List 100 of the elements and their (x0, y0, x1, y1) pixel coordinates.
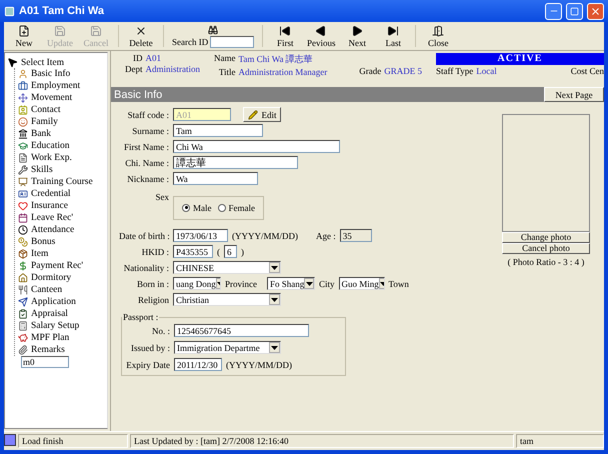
briefcase-icon (18, 81, 28, 91)
face-icon (18, 117, 28, 127)
input-field[interactable]: 125465677645 (174, 324, 309, 337)
input-field[interactable]: P435355 (173, 245, 213, 258)
input-field[interactable]: Wa (173, 172, 258, 185)
move-icon (18, 93, 28, 103)
tree-item[interactable]: Bonus (31, 237, 56, 247)
play-left-icon (315, 24, 328, 36)
input-field[interactable]: 譚志華 (173, 156, 298, 169)
house-icon (18, 273, 28, 283)
piggy-bank-icon (18, 333, 28, 343)
field-label: Issued by : (130, 342, 170, 352)
field-label: Date of birth : (119, 230, 169, 240)
tree-item[interactable]: Skills (31, 165, 53, 175)
dropdown[interactable]: CHINESE (173, 261, 281, 274)
input-field[interactable]: m0 (21, 356, 69, 368)
search-icon (208, 24, 218, 34)
minimize-button[interactable] (545, 2, 562, 20)
tree-root[interactable]: Select Item (21, 58, 64, 68)
toolbar-button[interactable]: Delete (123, 22, 159, 50)
check-digit-field[interactable]: 6 (224, 245, 237, 258)
tree-item[interactable]: Appraisal (31, 309, 68, 319)
tree-item[interactable]: Contact (31, 105, 61, 115)
tree-item[interactable]: Employment (31, 81, 80, 91)
dropdown[interactable]: Guo Ming (338, 277, 385, 290)
tree-item[interactable]: Canteen (31, 285, 62, 295)
tree-item[interactable]: Payment Rec' (31, 261, 84, 271)
input-field[interactable]: Tam (173, 124, 263, 137)
field-label: Surname : (131, 126, 169, 136)
status-user: tam (516, 434, 604, 448)
utensils-icon (18, 285, 28, 295)
tree-item[interactable]: Movement (31, 93, 72, 103)
dept-value: Administration (146, 64, 200, 74)
paperclip-icon (18, 345, 28, 355)
cost-center-label: Cost Cen (570, 66, 604, 76)
caret-icon (306, 282, 313, 286)
date-field[interactable]: 1973/06/13 (173, 229, 228, 242)
cancel-photo-button[interactable]: Cancel photo (502, 243, 590, 254)
tree-item[interactable]: Family (31, 117, 58, 127)
dropdown[interactable]: Immigration Departme (174, 341, 281, 354)
tree-item[interactable]: Training Course (31, 177, 93, 187)
skip-back-icon (279, 24, 292, 36)
caret-icon (271, 266, 278, 270)
toolbar-button[interactable]: Close (420, 22, 456, 50)
tree-item[interactable]: Bank (31, 129, 52, 139)
pointer-icon (7, 57, 18, 68)
caret-icon (271, 298, 278, 302)
tree-item[interactable]: Attendance (31, 225, 74, 235)
tree-item[interactable]: Insurance (31, 201, 68, 211)
input-field[interactable]: Chi Wa (173, 140, 340, 153)
tree-item[interactable]: Remarks (31, 345, 65, 355)
heart-icon (18, 201, 28, 211)
radio-button[interactable]: Female (218, 202, 255, 212)
wrench-icon (18, 165, 28, 175)
bracket-text: ( (217, 246, 220, 256)
change-photo-button[interactable]: Change photo (502, 232, 590, 243)
dropdown[interactable]: uang Dong (173, 277, 221, 290)
document-icon (18, 153, 28, 163)
id-label: ID (132, 53, 142, 63)
toolbar-button[interactable]: First (267, 22, 304, 50)
toolbar-button[interactable]: New (6, 22, 42, 50)
toolbar-button[interactable]: Last (375, 22, 412, 50)
next-page-button[interactable]: Next Page (544, 87, 604, 102)
tree-item[interactable]: Work Exp. (31, 153, 72, 163)
radio-button[interactable]: Male (182, 202, 212, 212)
title-value: Administration Manager (238, 67, 328, 77)
toolbar-button[interactable]: Pevious (303, 22, 340, 50)
close-button[interactable] (587, 2, 604, 20)
date-field[interactable]: 2011/12/30 (174, 358, 222, 371)
field-label: Town (388, 278, 409, 288)
id-card-icon (18, 189, 28, 199)
tree-item[interactable]: Salary Setup (31, 321, 80, 331)
tree-item[interactable]: Dormitory (31, 273, 72, 283)
package-icon (18, 249, 28, 259)
tree-item[interactable]: Education (31, 141, 70, 151)
toolbar-button[interactable]: Next (339, 22, 376, 50)
maximize-button[interactable] (566, 2, 583, 20)
tree-item[interactable]: Basic Info (31, 69, 70, 79)
tree-item[interactable]: Leave Rec' (31, 213, 74, 223)
search-field[interactable] (210, 36, 254, 48)
field-label: Province (225, 278, 258, 288)
status-banner: ACTIVE (436, 53, 604, 65)
search-label: Search ID (172, 36, 208, 46)
dropdown[interactable]: Fo Shang (267, 277, 315, 290)
presentation-icon (18, 177, 28, 187)
field-label: HKID : (140, 246, 169, 256)
caret-icon (271, 346, 278, 350)
staff-type-label: Staff Type (436, 66, 474, 76)
section-title: Basic Info (113, 88, 164, 100)
tree-item[interactable]: MPF Plan (31, 333, 70, 343)
photo-ratio-note: ( Photo Ratio - 3 : 4 ) (508, 257, 584, 267)
dropdown[interactable]: Christian (173, 293, 281, 306)
tree-item[interactable]: Item (31, 249, 48, 259)
tree-item[interactable]: Credential (31, 189, 71, 199)
field-label: Sex (154, 192, 169, 202)
tree-item[interactable]: Application (31, 297, 76, 307)
edit-button[interactable]: Edit (243, 107, 281, 122)
field-label: Nationality : (122, 262, 169, 272)
field-label: No. : (151, 326, 170, 336)
field-label: Born in : (136, 278, 169, 288)
